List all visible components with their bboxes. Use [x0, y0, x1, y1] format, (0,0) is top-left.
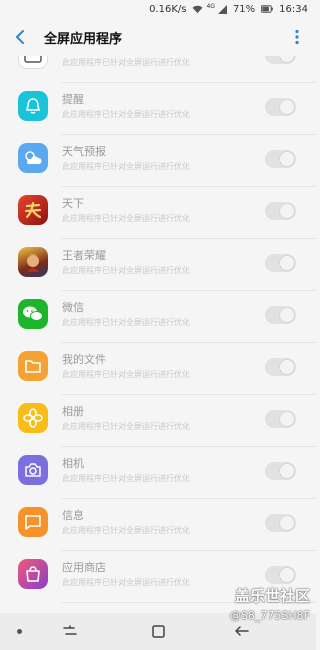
- app-name: 天下: [62, 197, 84, 210]
- toggle-knob: [279, 515, 295, 531]
- toggle-knob: [279, 203, 295, 219]
- weather-icon: [18, 143, 48, 173]
- app-desc: 此应用程序已针对全屏运行进行优化: [62, 266, 190, 275]
- toggle-knob: [279, 463, 295, 479]
- toggle-knob: [279, 307, 295, 323]
- recent-apps-icon[interactable]: [62, 624, 78, 638]
- divider: [62, 342, 316, 343]
- watermark: 盖乐世社区 @S8_775SH8F: [230, 585, 310, 622]
- fullscreen-toggle[interactable]: [265, 56, 296, 64]
- divider: [62, 394, 316, 395]
- app-desc: 此应用程序已针对全屏运行进行优化: [62, 214, 190, 223]
- app-name: 信息: [62, 509, 84, 522]
- watermark-user: @S8_775SH8F: [229, 609, 310, 622]
- more-options-icon[interactable]: [294, 29, 300, 45]
- gallery-flower-icon: [18, 403, 48, 433]
- page-title: 全屏应用程序: [44, 32, 123, 47]
- list-item[interactable]: 天气预报 此应用程序已针对全屏运行进行优化: [0, 134, 316, 186]
- divider: [62, 498, 316, 499]
- battery-percent: 71%: [232, 3, 256, 15]
- camera-icon: [18, 455, 48, 485]
- fullscreen-toggle[interactable]: [265, 254, 296, 272]
- list-item[interactable]: 我的文件 此应用程序已针对全屏运行进行优化: [0, 342, 316, 394]
- toggle-knob: [279, 411, 295, 427]
- app-desc: 此应用程序已针对全屏运行进行优化: [62, 162, 190, 171]
- app-desc: 此应用程序已针对全屏运行进行优化: [62, 422, 190, 431]
- app-desc: 此应用程序已针对全屏运行进行优化: [62, 318, 190, 327]
- toggle-knob: [279, 567, 295, 583]
- app-name: 提醒: [62, 93, 84, 106]
- divider: [62, 550, 316, 551]
- app-store-bag-icon: [18, 559, 48, 589]
- divider: [62, 446, 316, 447]
- app-name: 应用商店: [62, 561, 106, 574]
- fullscreen-toggle[interactable]: [265, 150, 296, 168]
- app-name: 天气预报: [62, 145, 106, 158]
- app-desc: 此应用程序已针对全屏运行进行优化: [62, 474, 190, 483]
- list-item[interactable]: 相机 此应用程序已针对全屏运行进行优化: [0, 446, 316, 498]
- nav-dot-icon[interactable]: [17, 629, 22, 634]
- calendar-icon: [18, 56, 48, 69]
- honor-of-kings-icon: [18, 247, 48, 277]
- app-bar: 全屏应用程序: [0, 18, 316, 56]
- list-item[interactable]: 提醒 此应用程序已针对全屏运行进行优化: [0, 82, 316, 134]
- watermark-title: 盖乐世社区: [234, 587, 310, 605]
- app-desc: 此应用程序已针对全屏运行进行优化: [62, 526, 190, 535]
- signal-icon: [217, 4, 227, 14]
- list-item[interactable]: 相册 此应用程序已针对全屏运行进行优化: [0, 394, 316, 446]
- toggle-knob: [279, 99, 295, 115]
- app-desc: 此应用程序已针对全屏运行进行优化: [62, 578, 190, 587]
- app-name: 相册: [62, 405, 84, 418]
- network-type: 4G: [206, 2, 215, 10]
- divider: [62, 134, 316, 135]
- battery-icon: [261, 5, 273, 13]
- list-item[interactable]: 信息 此应用程序已针对全屏运行进行优化: [0, 498, 316, 550]
- clock: 16:34: [279, 3, 308, 15]
- app-desc: 此应用程序已针对全屏运行进行优化: [62, 110, 190, 119]
- folder-icon: [18, 351, 48, 381]
- fullscreen-toggle[interactable]: [265, 514, 296, 532]
- app-name: 我的文件: [62, 353, 106, 366]
- divider: [62, 238, 316, 239]
- toggle-knob: [279, 255, 295, 271]
- list-item[interactable]: 微信 此应用程序已针对全屏运行进行优化: [0, 290, 316, 342]
- status-icons: 4G: [192, 2, 227, 14]
- network-speed: 0.16K/s: [149, 3, 187, 15]
- list-item[interactable]: 王者荣耀 此应用程序已针对全屏运行进行优化: [0, 238, 316, 290]
- toggle-knob: [279, 151, 295, 167]
- fullscreen-toggle[interactable]: [265, 306, 296, 324]
- wifi-icon: [193, 5, 203, 13]
- app-list: 此应用程序已针对全屏运行进行优化 提醒 此应用程序已针对全屏运行进行优化 天气预…: [0, 56, 316, 613]
- app-desc: 此应用程序已针对全屏运行进行优化: [62, 58, 190, 67]
- fullscreen-toggle[interactable]: [265, 358, 296, 376]
- back-nav-icon[interactable]: [234, 624, 250, 638]
- tianxia-game-icon: [18, 195, 48, 225]
- message-icon: [18, 507, 48, 537]
- fullscreen-toggle[interactable]: [265, 462, 296, 480]
- status-bar: 0.16K/s 4G 71% 16:34: [0, 0, 316, 18]
- app-name: 王者荣耀: [62, 249, 106, 262]
- fullscreen-toggle[interactable]: [265, 410, 296, 428]
- app-name: 相机: [62, 457, 84, 470]
- wechat-icon: [18, 299, 48, 329]
- toggle-knob: [279, 359, 295, 375]
- list-item[interactable]: 天下 此应用程序已针对全屏运行进行优化: [0, 186, 316, 238]
- reminder-icon: [18, 91, 48, 121]
- back-arrow-icon[interactable]: [12, 28, 30, 46]
- toggle-knob: [279, 56, 295, 63]
- divider: [62, 82, 316, 83]
- app-desc: 此应用程序已针对全屏运行进行优化: [62, 370, 190, 379]
- list-item[interactable]: 此应用程序已针对全屏运行进行优化: [0, 56, 316, 82]
- divider: [62, 186, 316, 187]
- fullscreen-toggle[interactable]: [265, 98, 296, 116]
- divider: [62, 290, 316, 291]
- app-name: 微信: [62, 301, 84, 314]
- fullscreen-toggle[interactable]: [265, 202, 296, 220]
- fullscreen-toggle[interactable]: [265, 566, 296, 584]
- home-icon[interactable]: [152, 625, 165, 638]
